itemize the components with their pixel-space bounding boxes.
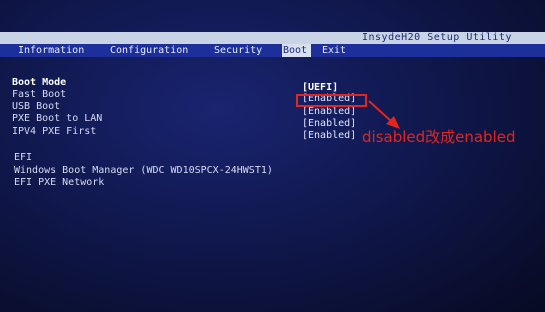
- annotation-note: disabled改成enabled: [362, 128, 516, 146]
- annotation-arrow-icon: [368, 100, 400, 129]
- bios-screen: InsydeH20 Setup Utility Information Conf…: [0, 0, 545, 312]
